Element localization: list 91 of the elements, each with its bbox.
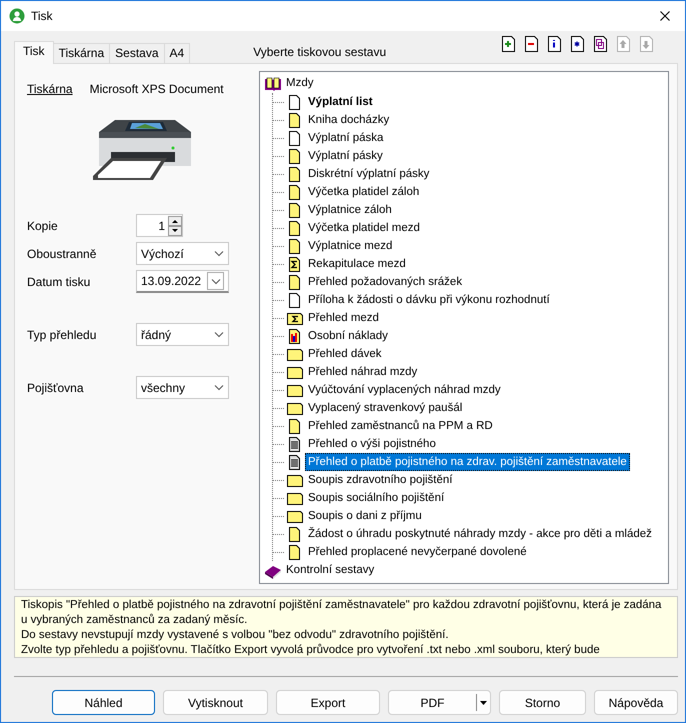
info-icon-button[interactable] xyxy=(548,36,563,52)
tree-item[interactable]: Soupis o dani z příjmu xyxy=(305,507,425,525)
tree-item[interactable]: Diskrétní výplatní pásky xyxy=(305,165,432,183)
chevron-icon xyxy=(214,331,224,338)
tree-item[interactable]: Soupis sociálního pojištění xyxy=(305,489,448,507)
text-document-icon xyxy=(287,436,303,452)
document-icon xyxy=(287,112,303,128)
tree-item[interactable]: Mzdy xyxy=(286,75,314,93)
printer-name: Microsoft XPS Document xyxy=(90,81,224,98)
description-text: Do sestavy nevstupují mzdy vystavené s volbou "bez odvodu" zdravotního pojištění. xyxy=(21,628,450,643)
number-field[interactable]: 1 xyxy=(136,214,183,237)
field-label: Datum tisku xyxy=(27,274,92,290)
tree-item[interactable]: Výplatnice záloh xyxy=(305,201,395,219)
tree-item[interactable]: Kniha docházky xyxy=(305,111,392,129)
document-icon xyxy=(287,148,303,164)
document-icon xyxy=(287,184,303,200)
dialog-button[interactable]: PDF xyxy=(388,690,491,715)
add-icon-button[interactable] xyxy=(502,36,517,52)
document-icon xyxy=(287,94,303,110)
chevron-icon xyxy=(214,250,224,257)
remove-icon xyxy=(525,36,538,52)
section-heading: Vyberte tiskovou sestavu xyxy=(253,44,386,61)
dropdown[interactable]: řádný xyxy=(136,323,229,346)
dialog-button[interactable]: Storno xyxy=(499,690,586,715)
document-icon xyxy=(287,274,303,290)
document-icon xyxy=(287,544,303,560)
document-icon xyxy=(287,238,303,254)
tree-item[interactable]: Přehled proplacené nevyčerpané dovolené xyxy=(305,543,530,561)
tree-item[interactable]: Přehled náhrad mzdy xyxy=(305,363,420,381)
tree-item[interactable]: Rekapitulace mezd xyxy=(305,255,409,273)
field-label: Typ přehledu xyxy=(27,326,98,344)
tree-item[interactable]: Přehled mezd xyxy=(305,309,382,327)
tree-item[interactable]: Vyplacený stravenkový paušál xyxy=(305,399,466,417)
tab[interactable]: Tisk xyxy=(14,41,54,64)
printer-link[interactable]: Tiskárna xyxy=(27,80,73,98)
window-title: Tisk xyxy=(31,8,53,25)
dropdown[interactable]: Výchozí xyxy=(136,242,229,265)
copy-icon xyxy=(594,36,607,52)
tree-item[interactable]: Přehled dávek xyxy=(305,345,385,363)
spin-down-icon xyxy=(168,226,182,236)
asterisk-icon-button[interactable] xyxy=(571,36,586,52)
tree-item[interactable]: Soupis zdravotního pojištění xyxy=(305,471,456,489)
spin-up-icon xyxy=(168,216,182,226)
info-icon xyxy=(548,36,561,52)
tab[interactable]: A4 xyxy=(164,43,190,63)
document-icon xyxy=(287,526,303,542)
tree-item[interactable]: Osobní náklady xyxy=(305,327,391,345)
tree-item[interactable]: Výplatní páska xyxy=(305,129,386,147)
chevron-icon xyxy=(210,278,220,284)
field-label: Oboustranně xyxy=(27,246,98,262)
tree-item[interactable]: Vyúčtování vyplacených náhrad mzdy xyxy=(305,381,504,399)
tree-item[interactable]: Výčetka platidel záloh xyxy=(305,183,422,201)
tree-item[interactable]: Výplatní list xyxy=(305,93,376,111)
add-icon xyxy=(502,36,515,52)
description-text: Zvolte typ přehledu a pojišťovnu. Tlačítko Export vyvolá průvodce pro vytvoření .txt nebo .xml souboru, který bude xyxy=(21,643,601,657)
tree-item[interactable]: Přehled zaměstnanců na PPM a RD xyxy=(305,417,496,435)
field-label: Kopie xyxy=(27,218,59,234)
tree-item[interactable]: Výčetka platidel mezd xyxy=(305,219,423,237)
asterisk-icon xyxy=(571,36,584,52)
chevron-icon xyxy=(214,384,224,391)
text-document-icon xyxy=(287,454,303,470)
tree-item[interactable]: Přehled o výši pojistného xyxy=(305,435,439,453)
copy-icon-button[interactable] xyxy=(594,36,609,52)
app-icon xyxy=(9,8,25,24)
field-label: Pojišťovna xyxy=(27,380,85,396)
dialog-button[interactable]: Vytisknout xyxy=(163,690,268,715)
description-text: Tiskopis "Přehled o platbě pojistného na zdravotní pojištění zaměstnavatele" pro každou zdravotní pojišťovnu, která je zadána u vybraných zaměstnanců za zadaný měsíc. xyxy=(21,598,662,628)
tree-item[interactable]: Přehled požadovaných srážek xyxy=(305,273,466,291)
chart-document-icon xyxy=(287,328,303,344)
calendar-button[interactable] xyxy=(207,272,224,290)
document-icon xyxy=(287,130,303,146)
dropdown[interactable]: všechny xyxy=(136,376,229,399)
document-icon xyxy=(287,220,303,236)
tree-item[interactable]: Přehled o platbě pojistného na zdrav. pojištění zaměstnavatele xyxy=(305,453,630,471)
document-icon xyxy=(287,292,303,308)
tree-item[interactable]: Žádost o úhradu poskytnuté náhrady mzdy - akce pro děti a mládež xyxy=(305,525,655,543)
document-icon xyxy=(287,418,303,434)
caret-icon xyxy=(480,700,487,704)
date-field[interactable]: 13.09.2022 xyxy=(136,270,229,293)
close-icon xyxy=(660,11,670,21)
dialog-button[interactable]: Nápověda xyxy=(594,690,678,715)
sum-document-icon xyxy=(287,256,303,272)
document-icon xyxy=(287,202,303,218)
tree-item[interactable]: Příloha k žádosti o dávku při výkonu rozhodnutí xyxy=(305,291,553,309)
tree-item[interactable]: Kontrolní sestavy xyxy=(286,562,374,580)
tree-item[interactable]: Výplatnice mezd xyxy=(305,237,396,255)
document-icon xyxy=(287,166,303,182)
dialog-button[interactable]: Export xyxy=(276,690,380,715)
dialog-button[interactable]: Náhled xyxy=(52,690,155,715)
remove-icon-button[interactable] xyxy=(525,36,540,52)
tree-item[interactable]: Výplatní pásky xyxy=(305,147,386,165)
